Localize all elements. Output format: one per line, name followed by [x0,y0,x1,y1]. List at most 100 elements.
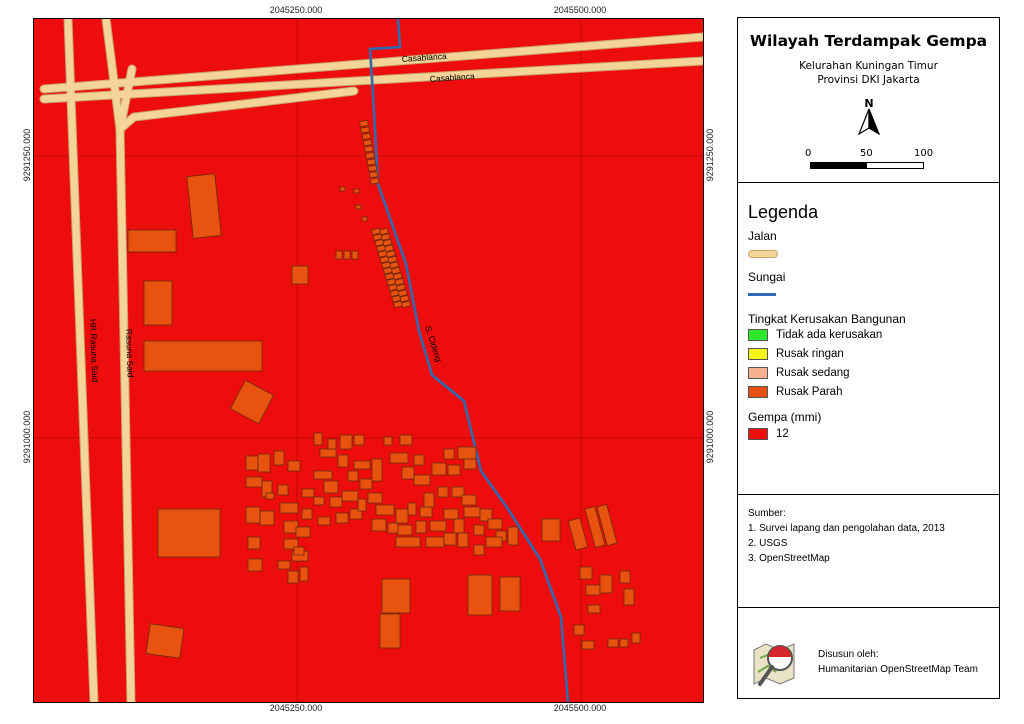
legend-swatch-gempa-12 [748,428,768,440]
building-footprint [585,584,601,596]
building-footprint [413,454,425,466]
legend-item-gempa-12: 12 [776,428,789,440]
building-footprint [265,492,275,500]
building-footprint [323,480,339,494]
building-footprint [623,588,635,606]
legend-road-swatch [748,250,778,258]
building-footprint [353,460,371,470]
building-footprint [473,524,485,536]
building-footprint [317,516,331,526]
legend-heading: Legenda [748,202,819,222]
building-footprint [279,502,299,514]
building-footprint [257,453,271,473]
building-footprint [313,470,333,480]
building-footprint [457,532,469,548]
building-footprint [360,126,370,134]
map-subtitle-line1: Kelurahan Kuningan Timur [799,60,938,72]
building-footprint [339,186,346,192]
north-arrow-icon: N [857,97,881,136]
building-footprint [367,164,378,172]
building-footprint [429,520,447,532]
legend-jalan-label: Jalan [748,229,777,243]
credit-line2: Humanitarian OpenStreetMap Team [818,664,978,675]
building-footprint [485,536,503,548]
scale-label-100: 100 [914,148,934,159]
coord-left-y2: 9291000.000 [22,410,32,464]
building-footprint [579,566,593,580]
hot-osm-logo-icon [753,643,795,686]
building-footprint [619,570,631,584]
building-footprint [367,492,383,504]
building-footprint [607,638,619,648]
coord-right-y1: 9291250.000 [705,128,715,182]
building-footprint [487,518,503,530]
building-footprint [573,624,585,636]
building-footprint [313,432,323,446]
building-footprint [143,340,263,372]
building-footprint [335,512,349,524]
legend-item-tidak-rusak: Tidak ada kerusakan [776,329,883,341]
coord-top-x1: 2045250.000 [269,5,323,15]
building-footprint [370,177,380,185]
scale-label-0: 0 [805,148,812,159]
building-footprint [463,458,477,470]
building-footprint [631,632,641,644]
building-footprint [397,524,413,536]
legend-river-swatch [748,293,776,296]
building-footprint [299,566,309,582]
building-footprint [395,508,409,524]
building-footprint [361,216,368,222]
building-footprint [499,576,521,612]
legend-swatch-tidak-rusak [748,329,768,341]
building-footprint [291,265,309,285]
building-footprint [443,448,455,460]
building-footprint [357,498,367,512]
map-layout: 2045250.000 2045500.000 2045250.000 2045… [0,0,1024,724]
coord-bottom-x2: 2045500.000 [553,703,607,713]
building-footprint [301,488,315,498]
legend-gempa-title: Gempa (mmi) [748,410,822,424]
building-footprint [362,139,373,147]
building-footprint [287,570,299,584]
sources-heading: Sumber: [748,508,786,519]
building-footprint [507,526,519,546]
legend-item-rusak-parah: Rusak Parah [776,386,843,398]
building-footprint [461,494,477,506]
building-footprint [329,496,343,508]
building-footprint [245,506,261,524]
source-item-2: 2. USGS [748,538,788,549]
map-frame[interactable]: Casablanca Casablanca HR Rasuna Said Ras… [33,18,704,703]
building-footprint [401,466,415,480]
building-footprint [145,623,185,659]
building-footprint [379,613,401,649]
legend-item-rusak-ringan: Rusak ringan [776,348,844,360]
building-footprint [395,536,421,548]
building-footprint [399,434,413,446]
building-footprint [337,454,349,468]
building-footprint [587,604,601,614]
building-footprint [143,280,173,326]
building-footprint [277,560,291,570]
source-item-3: 3. OpenStreetMap [748,553,830,564]
building-footprint [343,250,351,260]
building-footprint [355,204,362,210]
building-footprint [619,638,629,648]
building-footprint [341,490,359,502]
building-footprint [339,434,353,450]
svg-text:N: N [864,97,873,110]
building-footprint [581,640,595,650]
building-footprint [353,188,360,194]
map-title: Wilayah Terdampak Gempa [749,32,988,50]
building-footprint [387,522,399,534]
building-footprint [453,518,465,534]
building-footprint [599,574,613,594]
building-footprint [365,152,375,159]
building-footprint [127,229,177,253]
coord-bottom-x1: 2045250.000 [269,703,323,713]
building-footprint [359,120,369,127]
building-footprint [443,508,459,520]
building-footprint [371,458,383,482]
building-footprint [389,452,409,464]
legend-item-rusak-sedang: Rusak sedang [776,367,850,379]
map-canvas[interactable]: Casablanca Casablanca HR Rasuna Said Ras… [34,19,703,702]
